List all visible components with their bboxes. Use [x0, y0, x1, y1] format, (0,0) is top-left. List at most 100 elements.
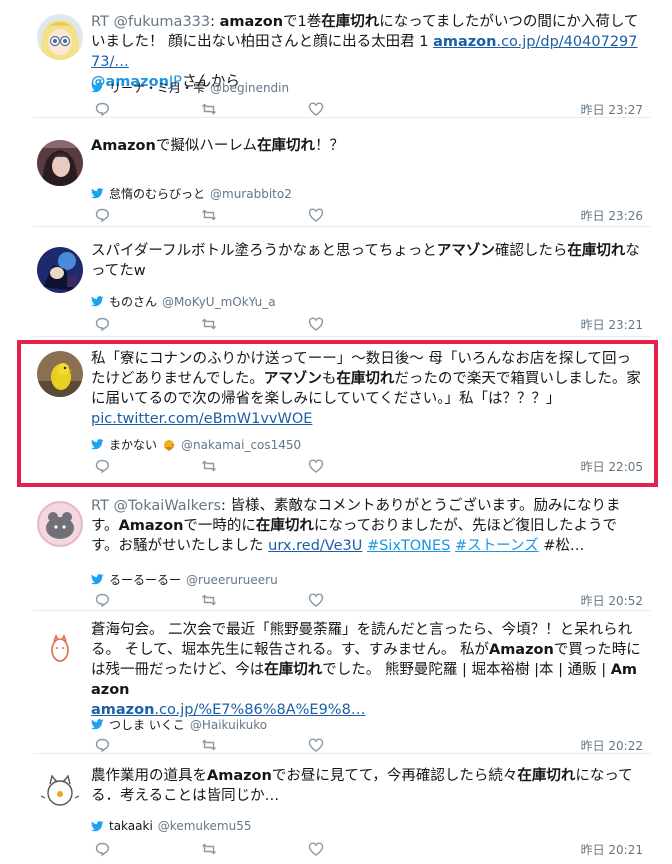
author-name: ものさん: [109, 295, 158, 309]
tweet-item: Amazonで擬似ハーレム在庫切れ！？ 怠惰のむらびっと @murabbito2…: [33, 118, 651, 227]
text-segment: で1巻: [283, 14, 322, 30]
twitter-bird-icon: [91, 82, 104, 93]
twitter-bird-icon: [91, 574, 104, 585]
reply-button[interactable]: [94, 592, 112, 610]
retweet-icon: [202, 739, 216, 751]
retweet-label: RT: [91, 498, 114, 514]
keyword-highlight: amazon: [219, 14, 284, 30]
heart-icon: [308, 738, 324, 752]
like-button[interactable]: [308, 841, 326, 859]
hashtag-link[interactable]: #ストーンズ: [455, 538, 539, 554]
reply-button[interactable]: [94, 207, 112, 225]
like-button[interactable]: [308, 207, 326, 225]
keyword-highlight: Amazon: [488, 642, 554, 658]
text-segment: でお昼に見てて，今再確認したら続々: [271, 768, 518, 784]
tweet-author[interactable]: takaaki @kemukemu55: [91, 819, 251, 833]
tweet-actions: 昨日 23:27: [91, 101, 643, 119]
author-handle: @MoKyU_mOkYu_a: [162, 294, 276, 309]
author-name: つしま いくこ: [109, 718, 185, 732]
tweet-text: Amazonで擬似ハーレム在庫切れ！？: [91, 136, 643, 156]
keyword-highlight: 在庫切れ: [567, 243, 626, 259]
twitter-bird-icon: [91, 296, 104, 307]
author-name: takaaki: [109, 819, 153, 833]
like-button[interactable]: [308, 592, 326, 610]
keyword-highlight: 在庫切れ: [517, 768, 576, 784]
tweet-timestamp[interactable]: 昨日 23:27: [581, 101, 643, 118]
tweet-timestamp[interactable]: 昨日 20:52: [581, 592, 643, 609]
author-handle: @beginendin: [210, 80, 290, 95]
retweet-button[interactable]: [201, 207, 219, 225]
text-segment: で擬似ハーレム: [155, 138, 258, 154]
avatar[interactable]: [37, 247, 83, 293]
tweet-text: 農作業用の道具をAmazonでお昼に見てて，今再確認したら続々在庫切れになってる…: [91, 766, 643, 806]
tweet-actions: 昨日 23:21: [91, 316, 643, 334]
author-name: 怠惰のむらびっと: [109, 187, 206, 201]
retweet-icon: [202, 209, 216, 221]
text-segment: スパイダーフルボトル塗ろうかなぁと思ってちょっと: [91, 243, 437, 259]
author-handle: @rueerurueeru: [186, 572, 278, 587]
tweet-timestamp[interactable]: 昨日 20:22: [581, 737, 643, 754]
retweet-button[interactable]: [201, 101, 219, 119]
text-segment: #松…: [538, 538, 585, 554]
retweet-icon: [202, 843, 216, 855]
tweet-timestamp[interactable]: 昨日 23:26: [581, 207, 643, 224]
tweet-timestamp[interactable]: 昨日 20:21: [581, 841, 643, 858]
reply-button[interactable]: [94, 841, 112, 859]
tweet-author[interactable]: つしま いくこ @Haikuikuko: [91, 716, 267, 733]
tweet-item: 農作業用の道具をAmazonでお昼に見てて，今再確認したら続々在庫切れになってる…: [33, 754, 651, 864]
retweeted-user-link[interactable]: @TokaiWalkers: [114, 498, 221, 514]
retweet-button[interactable]: [201, 316, 219, 334]
tweet-author[interactable]: 怠惰のむらびっと @murabbito2: [91, 185, 292, 202]
author-handle: @kemukemu55: [157, 819, 252, 833]
avatar[interactable]: [37, 768, 83, 814]
tweet-item: スパイダーフルボトル塗ろうかなぁと思ってちょっとアマゾン確認したら在庫切れなって…: [33, 227, 651, 337]
avatar[interactable]: [37, 501, 83, 547]
tweet-actions: 昨日 23:26: [91, 207, 643, 225]
tweet-author[interactable]: るーるーるー @rueerurueeru: [91, 571, 278, 588]
text-segment: 確認したら: [494, 243, 568, 259]
text-segment: ！？: [315, 138, 345, 154]
text-segment: でした。 熊野曼陀羅 | 堀本裕樹 |本 | 通販 |: [322, 662, 611, 678]
tweet-timestamp[interactable]: 昨日 23:21: [581, 316, 643, 333]
text-segment: :: [210, 14, 220, 30]
avatar[interactable]: [37, 140, 83, 186]
reply-icon: [95, 208, 110, 223]
tweet-text: 蒼海句会。 二次会で最近「熊野曼荼羅」を読んだと言ったら、今頃？！と呆れられる。…: [91, 620, 643, 720]
twitter-bird-icon: [91, 820, 104, 831]
retweeted-user-link[interactable]: @fukuma333: [114, 14, 211, 30]
like-button[interactable]: [308, 737, 326, 755]
avatar[interactable]: [37, 14, 83, 60]
tweet-actions: 昨日 20:21: [91, 841, 643, 859]
tweet-link[interactable]: urx.red/Ve3U: [268, 538, 362, 554]
text-segment: 農作業用の道具を: [91, 768, 207, 784]
keyword-highlight: Amazon: [118, 518, 184, 534]
reply-button[interactable]: [94, 101, 112, 119]
reply-button[interactable]: [94, 737, 112, 755]
hashtag-link[interactable]: #SixTONES: [367, 538, 450, 554]
retweet-button[interactable]: [201, 841, 219, 859]
tweet-item: RT @fukuma333: amazonで1巻在庫切れになってましたがいつの間…: [33, 0, 651, 118]
highlight-frame: [17, 340, 658, 487]
heart-icon: [308, 208, 324, 222]
keyword-highlight: 在庫切れ: [321, 14, 380, 30]
like-button[interactable]: [308, 316, 326, 334]
avatar[interactable]: [37, 625, 83, 671]
keyword-highlight: amazon: [433, 34, 497, 50]
keyword-highlight: Amazon: [91, 138, 156, 154]
tweet-author[interactable]: ものさん @MoKyU_mOkYu_a: [91, 293, 276, 310]
tweet-item: RT @TokaiWalkers: 皆様、素敵なコメントありがとうございます。励…: [33, 487, 651, 611]
tweet-author[interactable]: リーナ・ミ月・雫 @beginendin: [91, 79, 289, 96]
keyword-highlight: アマゾン: [436, 243, 495, 259]
twitter-bird-icon: [91, 188, 104, 199]
reply-icon: [95, 317, 110, 332]
retweet-button[interactable]: [201, 592, 219, 610]
reply-button[interactable]: [94, 316, 112, 334]
heart-icon: [308, 842, 324, 856]
like-button[interactable]: [308, 101, 326, 119]
retweet-button[interactable]: [201, 737, 219, 755]
heart-icon: [308, 102, 324, 116]
reply-icon: [95, 842, 110, 857]
twitter-bird-icon: [91, 719, 104, 730]
reply-icon: [95, 102, 110, 117]
author-handle: @murabbito2: [210, 186, 292, 201]
